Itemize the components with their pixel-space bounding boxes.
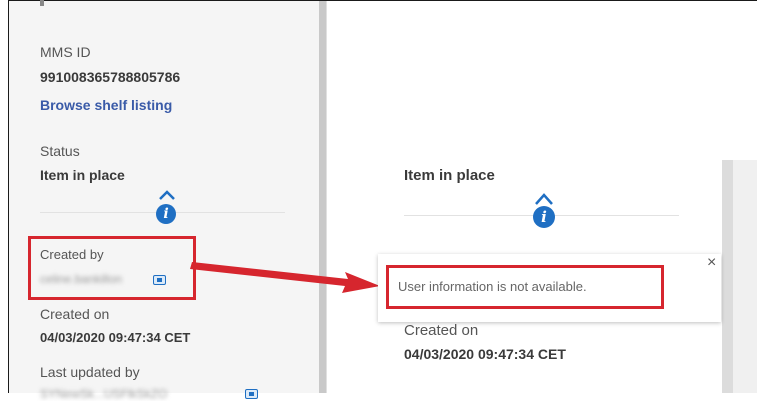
user-info-icon[interactable] — [153, 275, 166, 285]
panel-splitter[interactable] — [319, 1, 326, 393]
zoom-created-on-value: 04/03/2020 09:47:34 CET — [404, 346, 566, 362]
status-value: Item in place — [40, 167, 125, 183]
created-by-label: Created by — [40, 247, 104, 262]
created-by-highlight — [28, 236, 196, 300]
chevron-up-icon[interactable] — [535, 193, 553, 205]
mms-id-value: 991008365788805786 — [40, 69, 181, 85]
created-by-value: celine.bankillon — [40, 272, 123, 286]
tooltip-message: User information is not available. — [398, 279, 587, 294]
user-info-icon[interactable] — [245, 389, 258, 399]
last-updated-by-label: Last updated by — [40, 364, 140, 380]
zoomed-side-panel — [733, 160, 757, 393]
mms-id-label: MMS ID — [40, 44, 91, 60]
truncated-text-fragment — [40, 0, 44, 6]
created-on-label: Created on — [40, 306, 110, 322]
created-on-value: 04/03/2020 09:47:34 CET — [40, 330, 191, 345]
arrow-pointer — [190, 262, 380, 293]
browse-shelf-listing-link[interactable]: Browse shelf listing — [40, 97, 172, 113]
close-icon[interactable]: × — [707, 254, 716, 272]
info-icon[interactable]: i — [533, 206, 555, 228]
panel-border — [326, 1, 327, 393]
info-icon[interactable]: i — [156, 204, 176, 224]
zoom-status-value: Item in place — [404, 167, 495, 184]
last-updated-by-value: SYNewSk...USFlkSkZO — [40, 387, 168, 401]
status-label: Status — [40, 143, 80, 159]
zoom-created-on-label: Created on — [404, 322, 479, 339]
chevron-up-icon[interactable] — [159, 190, 175, 200]
